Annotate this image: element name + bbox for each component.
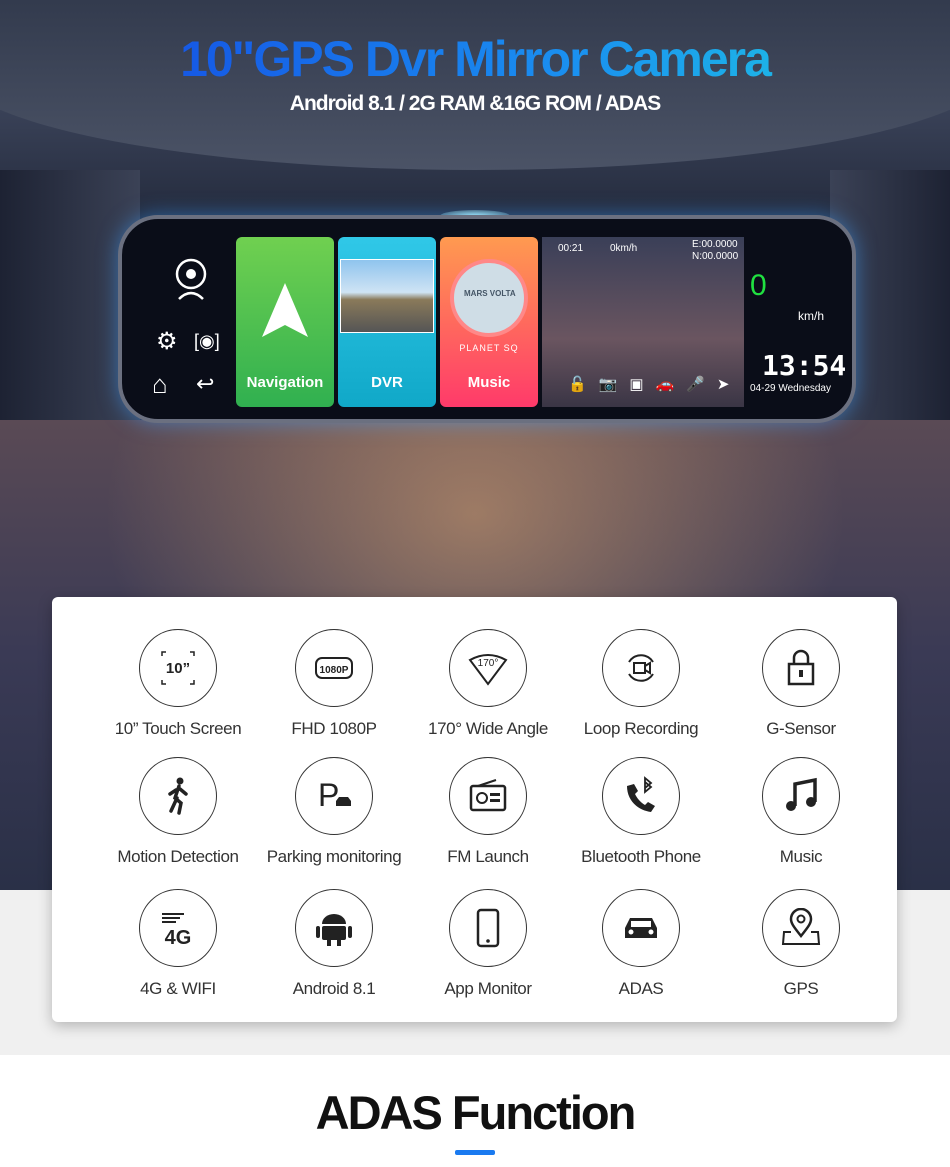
home-icon[interactable]: ⌂ bbox=[152, 369, 168, 400]
feature-label: 170° Wide Angle bbox=[428, 719, 548, 738]
running-man-icon bbox=[139, 757, 217, 835]
feature-item: Bluetooth Phone bbox=[561, 757, 721, 867]
feature-label: 4G & WIFI bbox=[140, 979, 216, 998]
feature-label: Loop Recording bbox=[583, 719, 699, 738]
loop-recording-icon bbox=[602, 629, 680, 707]
music-note-icon bbox=[762, 757, 840, 835]
1080p-icon: 1080P bbox=[295, 629, 373, 707]
mirror-device: ⚙ [◉] ⌂ ↩ Navigation DVR MARS VOLTA PLAN… bbox=[118, 215, 856, 423]
radio-icon bbox=[449, 757, 527, 835]
feature-label: Android 8.1 bbox=[292, 979, 376, 998]
page-title: 10"GPS Dvr Mirror Camera bbox=[0, 30, 950, 88]
parking-icon: P bbox=[295, 757, 373, 835]
feature-item: Loop Recording bbox=[561, 629, 721, 739]
feature-label: Parking monitoring bbox=[266, 847, 402, 866]
svg-text:4G: 4G bbox=[165, 927, 192, 948]
album-disc-icon: MARS VOLTA bbox=[450, 259, 528, 337]
app-tile-dvr[interactable]: DVR bbox=[338, 237, 436, 407]
feature-item: ADAS bbox=[561, 889, 721, 999]
page-subtitle: Android 8.1 / 2G RAM &16G ROM / ADAS bbox=[289, 92, 661, 115]
speed-unit: km/h bbox=[798, 309, 825, 323]
feature-label: FM Launch bbox=[447, 847, 529, 866]
app-tile-music[interactable]: MARS VOLTA PLANET SQ Music bbox=[440, 237, 538, 407]
feature-item: Motion Detection bbox=[98, 757, 258, 867]
feature-item: 10” 10” Touch Screen bbox=[98, 629, 258, 739]
feature-item: 4G 4G & WIFI bbox=[98, 889, 258, 999]
album-brand: PLANET SQ bbox=[459, 343, 519, 353]
feature-item: App Monitor bbox=[408, 889, 568, 999]
feature-label: Music bbox=[779, 847, 823, 866]
app-label: Navigation bbox=[246, 374, 324, 391]
feature-label: FHD 1080P bbox=[291, 719, 377, 738]
rec-time: 00:21 bbox=[558, 243, 584, 254]
feature-label: Bluetooth Phone bbox=[581, 847, 701, 866]
feature-label: ADAS bbox=[618, 979, 664, 998]
svg-text:10”: 10” bbox=[166, 660, 190, 677]
feature-item: FM Launch bbox=[408, 757, 568, 867]
latitude: N:00.0000 bbox=[692, 251, 739, 262]
clock: 13:54 bbox=[762, 349, 847, 382]
capture-icon[interactable]: [◉] bbox=[194, 331, 220, 352]
svg-text:P: P bbox=[318, 777, 339, 813]
feature-label: Motion Detection bbox=[117, 847, 239, 866]
screen-size-icon: 10” bbox=[139, 629, 217, 707]
feature-label: App Monitor bbox=[444, 979, 532, 998]
wide-angle-icon: 170° bbox=[449, 629, 527, 707]
camera-controls[interactable]: 🔓📷▣🚗🎤➤ bbox=[568, 375, 741, 393]
app-label: DVR bbox=[371, 374, 403, 391]
feature-label: GPS bbox=[783, 979, 819, 998]
svg-text:1080P: 1080P bbox=[320, 665, 349, 676]
camera-preview[interactable]: 00:21 0km/h E:00.0000 N:00.0000 🔓📷▣🚗🎤➤ bbox=[542, 237, 744, 407]
title-underline bbox=[455, 1150, 495, 1155]
feature-label: G-Sensor bbox=[766, 719, 836, 738]
app-label: Music bbox=[467, 374, 511, 391]
back-icon[interactable]: ↩ bbox=[196, 371, 214, 397]
map-pin-icon bbox=[762, 889, 840, 967]
feature-item: G-Sensor bbox=[721, 629, 881, 739]
bluetooth-phone-icon bbox=[602, 757, 680, 835]
feature-label: 10” Touch Screen bbox=[114, 719, 242, 738]
feature-item: Music bbox=[721, 757, 881, 867]
settings-icon[interactable]: ⚙ bbox=[156, 327, 178, 356]
road-photo-icon bbox=[340, 259, 434, 333]
svg-text:170°: 170° bbox=[478, 658, 499, 669]
date: 04-29 Wednesday bbox=[750, 383, 831, 394]
feature-item: GPS bbox=[721, 889, 881, 999]
feature-item: 170° 170° Wide Angle bbox=[408, 629, 568, 739]
navigation-arrow-icon bbox=[262, 283, 308, 337]
app-tile-navigation[interactable]: Navigation bbox=[236, 237, 334, 407]
feature-item: P Parking monitoring bbox=[254, 757, 414, 867]
4g-icon: 4G bbox=[139, 889, 217, 967]
car-icon bbox=[602, 889, 680, 967]
android-icon bbox=[295, 889, 373, 967]
feature-item: Android 8.1 bbox=[254, 889, 414, 999]
longitude: E:00.0000 bbox=[692, 239, 738, 250]
section-title: ADAS Function bbox=[315, 1086, 637, 1139]
speed-value: 0 bbox=[750, 269, 767, 302]
feature-item: 1080P FHD 1080P bbox=[254, 629, 414, 739]
camera-icon[interactable] bbox=[174, 257, 208, 303]
lock-icon bbox=[762, 629, 840, 707]
smartphone-icon bbox=[449, 889, 527, 967]
speed-readout: 0km/h bbox=[610, 243, 638, 254]
